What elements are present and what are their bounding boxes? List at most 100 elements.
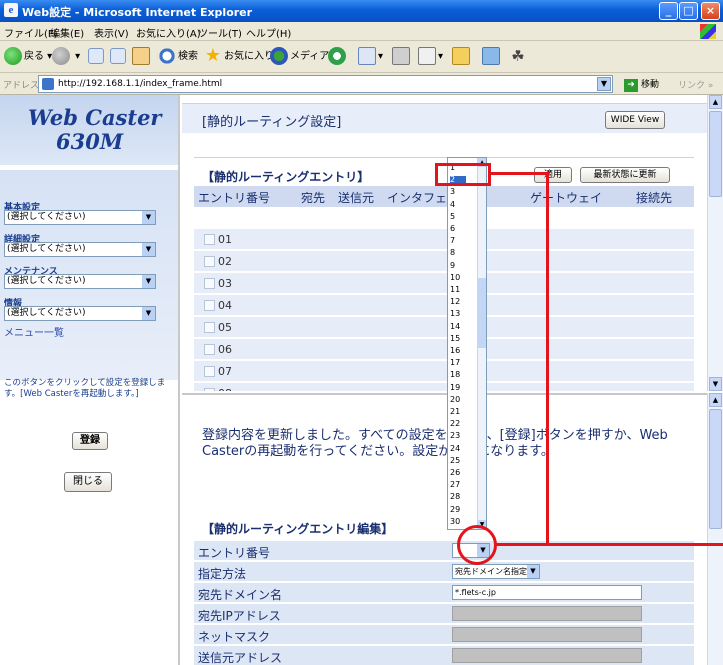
- row-checkbox[interactable]: [204, 388, 215, 391]
- menu-view[interactable]: 表示(V): [94, 25, 129, 40]
- dropdown-option[interactable]: 15: [450, 334, 460, 343]
- folder-button[interactable]: [452, 47, 472, 67]
- dropdown-option[interactable]: 28: [450, 493, 460, 501]
- dropdown-option[interactable]: 20: [450, 395, 460, 404]
- search-button[interactable]: 検索: [158, 47, 198, 67]
- dropdown-option[interactable]: 10: [450, 273, 460, 282]
- method-select[interactable]: 宛先ドメイン名指定 ▼: [452, 564, 540, 579]
- info-select[interactable]: (選択してください) ▼: [4, 306, 156, 321]
- dropdown-scroll-thumb[interactable]: [478, 278, 486, 348]
- dropdown-option[interactable]: 16: [450, 347, 460, 355]
- dropdown-option[interactable]: 11: [450, 286, 460, 294]
- table-row[interactable]: 01: [194, 229, 694, 250]
- minimize-button[interactable]: _: [659, 2, 678, 20]
- table-row[interactable]: 03: [194, 273, 694, 294]
- wide-view-button[interactable]: WIDE View: [605, 111, 665, 129]
- dropdown-option[interactable]: 18: [450, 371, 460, 379]
- scroll-thumb[interactable]: [709, 409, 722, 529]
- dropdown-option[interactable]: 24: [450, 444, 460, 453]
- dropdown-option[interactable]: 3: [450, 188, 455, 196]
- dropdown-option[interactable]: 6: [450, 225, 455, 233]
- dropdown-option[interactable]: 7: [450, 237, 455, 245]
- scroll-up-icon[interactable]: ▲: [709, 393, 722, 407]
- dest-domain-input[interactable]: *.flets-c.jp: [452, 585, 642, 600]
- stop-button[interactable]: [88, 47, 106, 67]
- star-icon: ★: [204, 45, 222, 66]
- chevron-down-icon[interactable]: ▼: [597, 77, 611, 91]
- entry-number-dropdown-list[interactable]: 1 2 3 4 5 6 7 8 9 10 11 12 13 14 15 16 17 18 19 20 21 22 23 24 2…: [447, 157, 487, 530]
- row-checkbox[interactable]: [204, 344, 215, 355]
- dropdown-option[interactable]: 29: [450, 505, 460, 514]
- dropdown-option[interactable]: 27: [450, 481, 460, 489]
- source-address-input[interactable]: [452, 648, 642, 663]
- dest-ip-input[interactable]: [452, 606, 642, 621]
- scroll-thumb[interactable]: [709, 111, 722, 197]
- row-checkbox[interactable]: [204, 322, 215, 333]
- row-checkbox[interactable]: [204, 278, 215, 289]
- mail-button[interactable]: ▾: [358, 47, 383, 67]
- dropdown-option[interactable]: 26: [450, 469, 460, 477]
- scroll-up-icon[interactable]: ▲: [709, 95, 722, 109]
- netmask-input[interactable]: [452, 627, 642, 642]
- row-checkbox[interactable]: [204, 234, 215, 245]
- dropdown-option[interactable]: 22: [450, 420, 460, 428]
- register-button[interactable]: 登録: [72, 432, 108, 450]
- home-button[interactable]: [132, 47, 152, 67]
- table-row[interactable]: 04: [194, 295, 694, 316]
- dropdown-option[interactable]: 8: [450, 249, 455, 257]
- apply-button[interactable]: 適用: [534, 167, 572, 183]
- table-row[interactable]: 08: [194, 383, 694, 391]
- menu-favorites[interactable]: お気に入り(A): [136, 25, 201, 40]
- dropdown-option[interactable]: 13: [450, 310, 460, 318]
- advanced-settings-select[interactable]: (選択してください) ▼: [4, 242, 156, 257]
- forward-button[interactable]: ▾: [52, 47, 80, 67]
- refresh-button[interactable]: [110, 47, 128, 67]
- menu-list-link[interactable]: メニュー一覧: [4, 324, 64, 339]
- row-checkbox[interactable]: [204, 300, 215, 311]
- web-caster-logo: Web Caster 630M: [0, 95, 178, 165]
- media-button[interactable]: メディア: [270, 47, 329, 67]
- dropdown-option[interactable]: 23: [450, 432, 460, 440]
- maximize-button[interactable]: □: [679, 2, 698, 20]
- back-button[interactable]: 戻る ▾: [4, 47, 52, 67]
- dropdown-option[interactable]: 12: [450, 298, 460, 306]
- history-button[interactable]: [328, 47, 348, 67]
- dropdown-option[interactable]: 9: [450, 261, 455, 270]
- row-checkbox[interactable]: [204, 256, 215, 267]
- bottom-frame-scrollbar[interactable]: ▲: [707, 393, 723, 665]
- maintenance-select[interactable]: (選択してください) ▼: [4, 274, 156, 289]
- row-checkbox[interactable]: [204, 366, 215, 377]
- table-row[interactable]: 07: [194, 361, 694, 382]
- top-frame-scrollbar[interactable]: ▲ ▼: [707, 95, 723, 391]
- dropdown-option[interactable]: 25: [450, 456, 460, 465]
- dropdown-option[interactable]: 4: [450, 200, 455, 209]
- edit-button[interactable]: ▾: [418, 47, 443, 67]
- scroll-down-icon[interactable]: ▼: [709, 377, 722, 391]
- dropdown-option[interactable]: 14: [450, 322, 460, 331]
- table-row[interactable]: 06: [194, 339, 694, 360]
- dropdown-option[interactable]: 19: [450, 383, 460, 392]
- dropdown-option[interactable]: 5: [450, 212, 455, 221]
- basic-settings-select[interactable]: (選択してください) ▼: [4, 210, 156, 225]
- table-row[interactable]: 02: [194, 251, 694, 272]
- favorites-button[interactable]: ★ お気に入り: [204, 47, 274, 67]
- dropdown-scrollbar[interactable]: ▲ ▼: [477, 158, 486, 529]
- routing-edit-frame: 登録内容を更新しました。すべての設定を終了後、[登録]ボタンを押すか、Web C…: [182, 393, 707, 665]
- menu-tools[interactable]: ツール(T): [198, 25, 242, 40]
- refresh-status-button[interactable]: 最新状態に更新: [580, 167, 670, 183]
- menu-edit[interactable]: 編集(E): [50, 25, 84, 40]
- close-window-button[interactable]: ×: [701, 2, 720, 20]
- back-arrow-icon: [4, 47, 22, 65]
- links-button[interactable]: リンク »: [678, 78, 713, 91]
- print-button[interactable]: [392, 47, 412, 67]
- address-input[interactable]: http://192.168.1.1/index_frame.html ▼: [38, 75, 613, 93]
- table-row[interactable]: 05: [194, 317, 694, 338]
- dropdown-option[interactable]: 30: [450, 517, 460, 526]
- research-button[interactable]: [482, 47, 502, 67]
- close-button[interactable]: 閉じる: [64, 472, 112, 492]
- dropdown-option[interactable]: 21: [450, 408, 460, 416]
- messenger-button[interactable]: ☘: [510, 47, 528, 67]
- go-button[interactable]: ➜ 移動: [624, 77, 659, 92]
- menu-help[interactable]: ヘルプ(H): [246, 25, 291, 40]
- dropdown-option[interactable]: 17: [450, 359, 460, 367]
